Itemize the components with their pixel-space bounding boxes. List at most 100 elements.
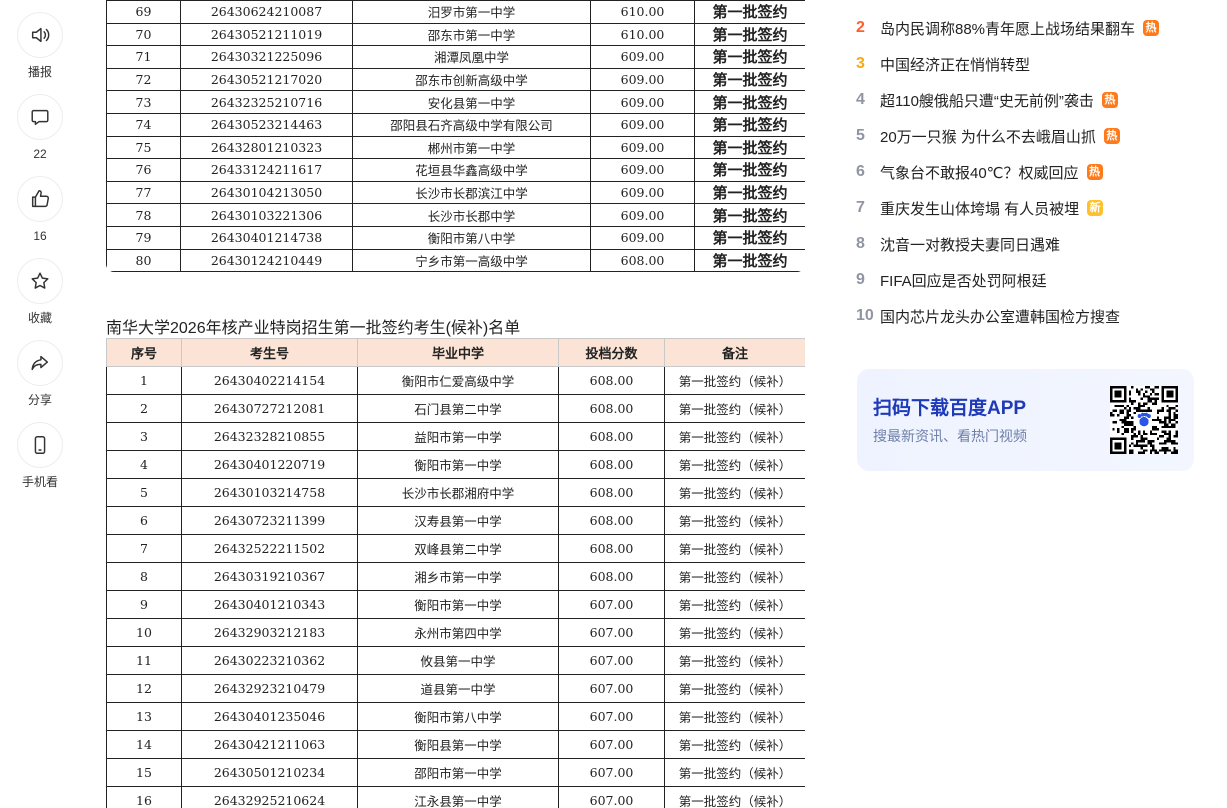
hot-list-item[interactable]: 2 岛内民调称88%青年愿上战场结果翻车热 xyxy=(856,10,1196,46)
hot-item-title[interactable]: 重庆发生山体垮塌 有人员被埋 xyxy=(880,198,1079,219)
table-cell: 607.00 xyxy=(558,618,665,647)
table-cell: 608.00 xyxy=(558,478,665,507)
table-row: 8 26430319210367 湘乡市第一中学 608.00 第一批签约（候补） xyxy=(106,562,805,591)
table-cell: 609.00 xyxy=(590,112,695,137)
table-row: 15 26430501210234 邵阳市第一中学 607.00 第一批签约（候补） xyxy=(106,758,805,787)
table-cell: 608.00 xyxy=(558,366,665,395)
comment-button-circle[interactable] xyxy=(17,94,63,140)
table-row: 74 26430523214463 邵阳县石齐高级中学有限公司 609.00 第一批签约 xyxy=(106,112,805,137)
table-cell: 26430321225096 xyxy=(180,45,353,69)
hot-item-title[interactable]: 中国经济正在悄悄转型 xyxy=(880,54,1030,75)
table-cell: 608.00 xyxy=(558,422,665,451)
hot-item-title[interactable]: 沈音一对教授夫妻同日遇难 xyxy=(880,234,1060,255)
remark-cell: 第一批签约（候补） xyxy=(664,366,805,395)
favorite-button-circle[interactable] xyxy=(17,258,63,304)
table-cell: 5 xyxy=(106,478,182,507)
table-cell: 13 xyxy=(106,702,182,731)
hot-list-item[interactable]: 3 中国经济正在悄悄转型 xyxy=(856,46,1196,82)
table-cell: 607.00 xyxy=(558,646,665,675)
table-cell: 26432328210855 xyxy=(181,422,358,451)
hot-badge: 热 xyxy=(1103,128,1120,144)
share-button[interactable]: 分享 xyxy=(16,340,64,407)
table-cell: 安化县第一中学 xyxy=(352,90,591,114)
table-row: 16 26432925210624 江永县第一中学 607.00 第一批签约（候补） xyxy=(106,786,805,808)
remark-cell: 第一批签约（候补） xyxy=(664,702,805,731)
hot-item-title[interactable]: 岛内民调称88%青年愿上战场结果翻车 xyxy=(880,18,1135,39)
hot-list-item[interactable]: 9 FIFA回应是否处罚阿根廷 xyxy=(856,262,1196,298)
app-card-title: 扫码下载百度APP xyxy=(873,398,1027,419)
hot-list-item[interactable]: 6 气象台不敢报40℃？权威回应热 xyxy=(856,154,1196,190)
table-cell: 15 xyxy=(106,758,182,787)
remark-cell: 第一批签约（候补） xyxy=(664,450,805,479)
table-cell: 610.00 xyxy=(590,22,695,47)
share-button-label: 分享 xyxy=(27,393,52,407)
signing-table-1: 69 26430624210087 汨罗市第一中学 610.00 第一批签约 70 2643… xyxy=(106,0,805,272)
like-button[interactable]: 16 xyxy=(16,176,64,243)
status-cell: 第一批签约 xyxy=(694,22,805,47)
table-row: 77 26430104213050 长沙市长郡滨江中学 609.00 第一批签约 xyxy=(106,180,805,205)
hot-list-item[interactable]: 8 沈音一对教授夫妻同日遇难 xyxy=(856,226,1196,262)
table-cell: 26432923210479 xyxy=(181,674,358,703)
app-card-subtitle: 搜最新资讯、看热门视频 xyxy=(873,428,1027,444)
table-cell: 1 xyxy=(106,366,182,395)
table-cell: 26432325210716 xyxy=(180,90,353,114)
hot-item-title[interactable]: 气象台不敢报40℃？权威回应 xyxy=(880,162,1079,183)
table-cell: 72 xyxy=(106,67,181,92)
table-row: 10 26432903212183 永州市第四中学 607.00 第一批签约（候补） xyxy=(106,618,805,647)
status-cell: 第一批签约 xyxy=(694,225,805,250)
table-cell: 26430727212081 xyxy=(181,394,358,423)
app-download-card[interactable]: 扫码下载百度APP 搜最新资讯、看热门视频 xyxy=(857,369,1194,471)
table-cell: 长沙市长郡中学 xyxy=(352,203,591,227)
like-button-circle[interactable] xyxy=(17,176,63,222)
table-cell: 9 xyxy=(106,590,182,619)
rank-number: 4 xyxy=(856,91,865,108)
hot-item-title[interactable]: 20万一只猴 为什么不去峨眉山抓 xyxy=(880,126,1096,147)
status-cell: 第一批签约 xyxy=(694,112,805,137)
column-header: 序号 xyxy=(106,338,182,367)
hot-list-item[interactable]: 10 国内芯片龙头办公室遭韩国检方搜查 xyxy=(856,298,1196,334)
remark-cell: 第一批签约（候补） xyxy=(664,534,805,563)
hot-badge: 热 xyxy=(1101,92,1118,108)
hot-item-title[interactable]: 超110艘俄船只遭“史无前例”袭击 xyxy=(880,90,1094,111)
table-cell: 衡阳市第八中学 xyxy=(357,702,559,731)
hot-item-title[interactable]: FIFA回应是否处罚阿根廷 xyxy=(880,270,1047,291)
hot-list-item[interactable]: 5 20万一只猴 为什么不去峨眉山抓热 xyxy=(856,118,1196,154)
table-cell: 汉寿县第一中学 xyxy=(357,506,559,535)
table-row: 12 26432923210479 道县第一中学 607.00 第一批签约（候补） xyxy=(106,674,805,703)
table-cell: 26430223210362 xyxy=(181,646,358,675)
comment-button[interactable]: 22 xyxy=(16,94,64,161)
hot-list-item[interactable]: 4 超110艘俄船只遭“史无前例”袭击热 xyxy=(856,82,1196,118)
table-row: 72 26430521217020 邵东市创新高级中学 609.00 第一批签约 xyxy=(106,67,805,92)
hot-item-title[interactable]: 国内芯片龙头办公室遭韩国检方搜查 xyxy=(880,306,1120,327)
hot-list-item[interactable]: 7 重庆发生山体垮塌 有人员被埋新 xyxy=(856,190,1196,226)
favorite-button[interactable]: 收藏 xyxy=(16,258,64,325)
table-cell: 26430401235046 xyxy=(181,702,358,731)
table-cell: 607.00 xyxy=(558,702,665,731)
phone-icon xyxy=(34,436,46,454)
mobile-view-button[interactable]: 手机看 xyxy=(16,422,64,489)
broadcast-button-circle[interactable] xyxy=(17,12,63,58)
table-row: 75 26432801210323 郴州市第一中学 609.00 第一批签约 xyxy=(106,135,805,160)
broadcast-button[interactable]: 播报 xyxy=(16,12,64,79)
mobile-view-button-circle[interactable] xyxy=(17,422,63,468)
table-cell: 7 xyxy=(106,534,182,563)
table-row: 2 26430727212081 石门县第二中学 608.00 第一批签约（候补） xyxy=(106,394,805,423)
table-cell: 610.00 xyxy=(590,0,695,24)
rank-number: 8 xyxy=(856,235,865,252)
rank-number: 9 xyxy=(856,271,865,288)
speaker-icon xyxy=(31,27,50,43)
mobile-view-button-label: 手机看 xyxy=(21,475,58,489)
table-cell: 邵东市第一中学 xyxy=(352,22,591,47)
table-cell: 14 xyxy=(106,730,182,759)
table-cell: 益阳市第一中学 xyxy=(357,422,559,451)
table-cell: 609.00 xyxy=(590,90,695,114)
status-cell: 第一批签约 xyxy=(694,135,805,160)
remark-cell: 第一批签约（候补） xyxy=(664,506,805,535)
table-cell: 汨罗市第一中学 xyxy=(352,0,591,24)
table-cell: 26430401210343 xyxy=(181,590,358,619)
table-cell: 70 xyxy=(106,22,181,47)
table-cell: 衡阳市第八中学 xyxy=(352,225,591,250)
table-row: 11 26430223210362 攸县第一中学 607.00 第一批签约（候补） xyxy=(106,646,805,675)
share-button-circle[interactable] xyxy=(17,340,63,386)
table-cell: 江永县第一中学 xyxy=(357,786,559,808)
